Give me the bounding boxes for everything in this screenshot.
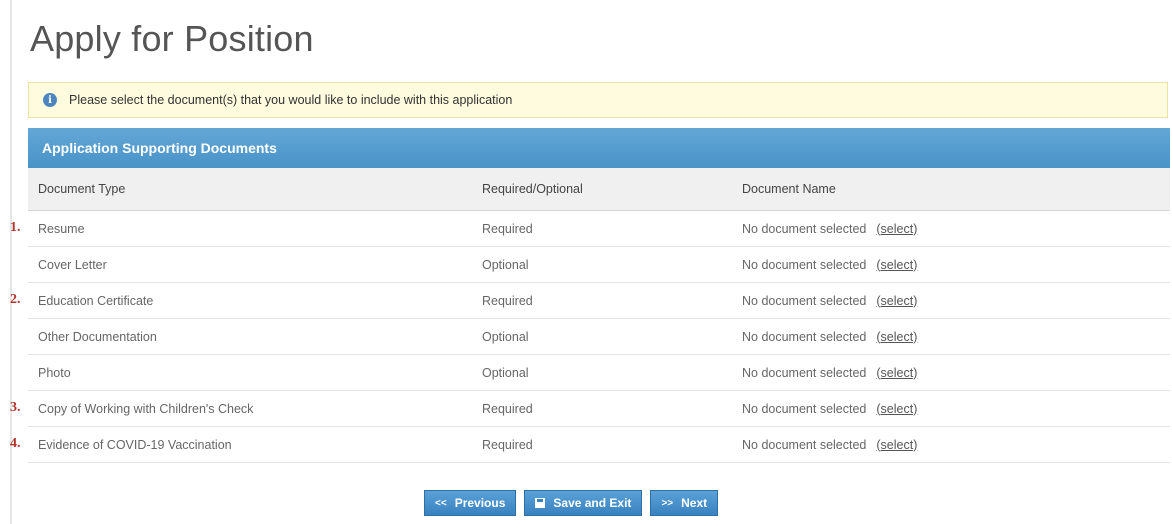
double-chevron-right-icon: >> [661, 497, 674, 509]
table-row: 3. Copy of Working with Children's Check R… [10, 390, 1170, 427]
next-button[interactable]: >> Next [650, 490, 719, 516]
previous-button[interactable]: << Previous [424, 490, 517, 516]
document-name-cell: No document selected (select) [738, 354, 1170, 391]
table-row: 1. Resume Required No document selected (sel… [10, 210, 1170, 247]
document-type-label: Resume [38, 221, 85, 236]
table-row: 4. Evidence of COVID-19 Vaccination Requir… [10, 426, 1170, 463]
document-type-cell: 3. Copy of Working with Children's Check [10, 390, 478, 427]
section-header: Application Supporting Documents [28, 128, 1170, 168]
section-title: Application Supporting Documents [42, 140, 277, 156]
document-type-label: Cover Letter [38, 257, 107, 272]
annotation-number: 4. [10, 436, 21, 451]
requirement-cell: Required [478, 282, 738, 319]
document-type-label: Evidence of COVID-19 Vaccination [38, 437, 232, 452]
document-type-cell: Other Documentation [28, 318, 478, 355]
info-icon: i [43, 93, 57, 107]
table-row: Photo Optional No document selected (select… [28, 354, 1170, 391]
select-document-link[interactable]: (select) [876, 222, 917, 236]
info-message-box: i Please select the document(s) that you… [28, 82, 1168, 118]
document-name-cell: No document selected (select) [738, 282, 1170, 319]
save-icon [535, 498, 546, 508]
documents-table: Document Type Required/Optional Document… [10, 168, 1170, 463]
document-type-label: Copy of Working with Children's Check [38, 401, 254, 416]
save-and-exit-button[interactable]: Save and Exit [524, 490, 643, 516]
navigation-buttons: << Previous Save and Exit >> Next [424, 490, 719, 516]
select-document-link[interactable]: (select) [876, 402, 917, 416]
document-type-cell: 2. Education Certificate [10, 282, 478, 319]
document-name-cell: No document selected (select) [738, 390, 1170, 427]
previous-button-label: Previous [454, 496, 506, 510]
save-button-label: Save and Exit [553, 496, 632, 510]
table-row: Cover Letter Optional No document selected… [28, 246, 1170, 283]
document-type-label: Education Certificate [38, 293, 154, 308]
document-name-cell: No document selected (select) [738, 318, 1170, 355]
select-document-link[interactable]: (select) [876, 258, 917, 272]
column-header-document-name: Document Name [738, 168, 1170, 211]
requirement-cell: Optional [478, 318, 738, 355]
document-type-cell: Photo [28, 354, 478, 391]
select-document-link[interactable]: (select) [876, 294, 917, 308]
document-name-text: No document selected [742, 221, 867, 236]
document-name-text: No document selected [742, 437, 867, 452]
column-header-document-type: Document Type [28, 168, 478, 211]
document-name-cell: No document selected (select) [738, 210, 1170, 247]
table-row: 2. Education Certificate Required No docume… [10, 282, 1170, 319]
document-name-cell: No document selected (select) [738, 246, 1170, 283]
document-name-text: No document selected [742, 365, 867, 380]
page: Apply for Position i Please select the d… [0, 0, 1172, 524]
document-name-text: No document selected [742, 329, 867, 344]
document-type-cell: Cover Letter [28, 246, 478, 283]
double-chevron-left-icon: << [435, 497, 447, 509]
document-type-cell: 1. Resume [10, 210, 478, 247]
document-type-label: Photo [38, 365, 71, 380]
requirement-cell: Required [478, 210, 738, 247]
requirement-cell: Optional [478, 354, 738, 391]
requirement-cell: Required [478, 426, 738, 463]
page-title: Apply for Position [30, 18, 314, 59]
document-name-text: No document selected [742, 293, 867, 308]
next-button-label: Next [681, 496, 708, 510]
document-type-cell: 4. Evidence of COVID-19 Vaccination [10, 426, 478, 463]
info-message-text: Please select the document(s) that you w… [69, 93, 513, 107]
document-name-text: No document selected [742, 257, 867, 272]
requirement-cell: Optional [478, 246, 738, 283]
annotation-number: 2. [10, 292, 21, 307]
select-document-link[interactable]: (select) [876, 330, 917, 344]
document-name-text: No document selected [742, 401, 867, 416]
column-header-required-optional: Required/Optional [478, 168, 738, 211]
table-row: Other Documentation Optional No document s… [28, 318, 1170, 355]
document-name-cell: No document selected (select) [738, 426, 1170, 463]
annotation-number: 3. [10, 400, 21, 415]
requirement-cell: Required [478, 390, 738, 427]
table-header-row: Document Type Required/Optional Document… [28, 168, 1170, 211]
annotation-number: 1. [10, 220, 21, 235]
document-type-label: Other Documentation [38, 329, 157, 344]
select-document-link[interactable]: (select) [876, 366, 917, 380]
select-document-link[interactable]: (select) [876, 438, 917, 452]
